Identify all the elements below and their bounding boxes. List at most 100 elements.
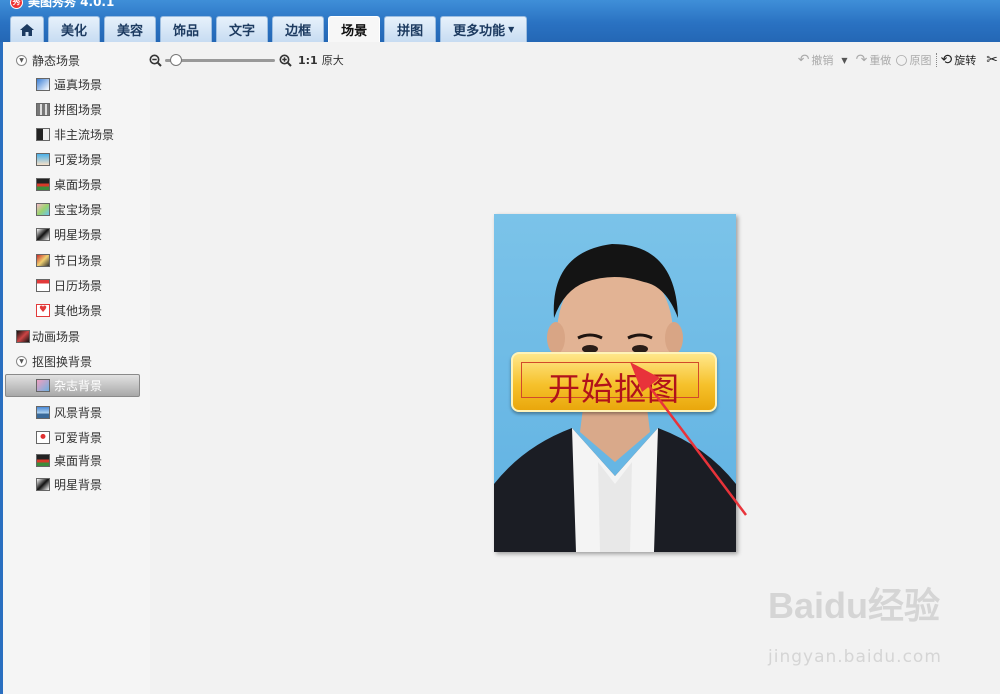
sidebar-item-collage[interactable]: 拼图场景 (36, 99, 102, 119)
undo-history-chevron-down-icon[interactable]: ▼ (841, 56, 847, 65)
undo-icon: ↶ (797, 52, 810, 68)
collapse-toggle-icon[interactable]: ▼ (16, 54, 27, 66)
sidebar-item-holiday[interactable]: 节日场景 (36, 250, 102, 270)
scene-thumbnail-icon (36, 102, 50, 116)
sidebar-item-label: 节日场景 (54, 253, 103, 268)
group-label: 动画场景 (32, 329, 81, 344)
start-cutout-label: 开始抠图 (547, 370, 680, 408)
scene-thumbnail-icon (36, 152, 50, 166)
sidebar-item-desktop-bg[interactable]: 桌面背景 (36, 450, 102, 470)
zoom-slider-handle[interactable] (170, 54, 182, 66)
sidebar-item-desktop[interactable]: 桌面场景 (36, 174, 102, 194)
toolbar-divider (935, 53, 937, 67)
scene-thumbnail-icon (36, 453, 50, 467)
scene-thumbnail-icon (36, 430, 50, 444)
sidebar-item-label: 桌面背景 (54, 453, 103, 468)
scene-thumbnail-icon (36, 253, 50, 267)
zoom-toolbar: 1:1 原大 (148, 50, 344, 70)
sidebar-item-star-bg[interactable]: 明星背景 (36, 474, 102, 494)
scene-thumbnail-icon (36, 77, 50, 91)
app-title-text: 美图秀秀 4.0.1 (28, 0, 115, 9)
scene-thumbnail-icon (36, 177, 50, 191)
sidebar-item-star[interactable]: 明星场景 (36, 224, 102, 244)
sidebar-item-baby[interactable]: 宝宝场景 (36, 199, 102, 219)
collapse-toggle-icon[interactable]: ▼ (16, 355, 27, 367)
circle-icon: ○ (895, 52, 908, 68)
sidebar-item-label: 桌面场景 (54, 177, 103, 192)
crop-button[interactable]: ✂ (986, 52, 1000, 68)
animation-icon (16, 329, 30, 343)
edit-toolbar: ↶ 撤销 ▼ ↷ 重做 ○ 原图 ⟲ 旋转 ✂ (798, 51, 1000, 69)
group-label: 静态场景 (32, 53, 81, 68)
watermark-brand: Baidu经验 (768, 585, 941, 626)
zoom-slider[interactable] (165, 54, 275, 66)
scene-thumbnail-icon (36, 227, 50, 241)
sidebar-item-label: 日历场景 (54, 278, 103, 293)
baidu-watermark: Baidu经验 jingyan.baidu.com (768, 588, 942, 668)
rotate-label: 旋转 (954, 54, 977, 67)
sidebar-item-landscape-bg[interactable]: 风景背景 (36, 402, 102, 422)
sidebar-item-label: 明星背景 (54, 477, 103, 492)
watermark-url: jingyan.baidu.com (768, 647, 942, 667)
rotate-icon: ⟲ (940, 52, 953, 68)
sidebar-item-label: 杂志背景 (54, 379, 103, 393)
scene-thumbnail-icon (36, 477, 50, 491)
sidebar-item-label: 可爱背景 (54, 430, 103, 445)
app-logo-icon: 秀 (10, 0, 23, 9)
sidebar-item-cute-bg[interactable]: 可爱背景 (36, 427, 102, 447)
original-label: 原图 (909, 54, 932, 67)
tab-beautify[interactable]: 美化 (48, 16, 101, 42)
sidebar-item-cute[interactable]: 可爱场景 (36, 149, 102, 169)
scene-thumbnail-icon (36, 202, 50, 216)
scene-thumbnail-icon (36, 379, 50, 392)
title-bar: 秀 美图秀秀 4.0.1 美化 美容 饰品 文字 边框 场景 拼图 更多功能 ▼ (0, 0, 1000, 42)
tab-face[interactable]: 美容 (104, 16, 157, 42)
heart-icon: ♥ (36, 303, 50, 317)
chevron-down-icon: ▼ (508, 25, 515, 34)
tab-text[interactable]: 文字 (216, 16, 269, 42)
sidebar-item-other[interactable]: ♥ 其他场景 (36, 300, 102, 320)
undo-button[interactable]: ↶ 撤销 (798, 52, 834, 68)
main-tabs: 美化 美容 饰品 文字 边框 场景 拼图 更多功能 ▼ (10, 16, 528, 42)
tab-collage[interactable]: 拼图 (384, 16, 437, 42)
redo-icon: ↷ (855, 52, 868, 68)
actual-size-button[interactable]: 1:1 (298, 54, 318, 67)
sidebar-item-label: 明星场景 (54, 227, 103, 242)
sidebar-item-magazine-bg[interactable]: 杂志背景 (5, 374, 140, 397)
undo-label: 撤销 (811, 54, 834, 67)
tab-home[interactable] (10, 16, 44, 42)
sidebar-item-label: 宝宝场景 (54, 202, 103, 217)
tab-scenes[interactable]: 场景 (328, 16, 381, 42)
scissors-icon: ✂ (986, 52, 998, 68)
app-title: 秀 美图秀秀 4.0.1 (10, 0, 114, 9)
group-label: 抠图换背景 (32, 354, 93, 369)
start-cutout-button[interactable]: 开始抠图 (511, 352, 717, 412)
tab-more-label: 更多功能 (453, 24, 506, 39)
tab-frames[interactable]: 边框 (272, 16, 325, 42)
home-icon (20, 23, 34, 36)
zoom-out-icon[interactable] (148, 53, 162, 67)
sidebar-item-label: 其他场景 (54, 303, 103, 318)
group-cutout-background[interactable]: ▼ 抠图换背景 (16, 351, 92, 371)
group-animated-scenes[interactable]: 动画场景 (16, 326, 80, 346)
group-static-scenes[interactable]: ▼ 静态场景 (16, 50, 80, 70)
original-image-button[interactable]: ○ 原图 (895, 52, 931, 68)
redo-button[interactable]: ↷ 重做 (856, 52, 892, 68)
zoom-in-icon[interactable] (278, 53, 292, 67)
sidebar-item-calendar[interactable]: 日历场景 (36, 275, 102, 295)
scene-thumbnail-icon (36, 127, 50, 141)
sidebar-item-label: 拼图场景 (54, 102, 103, 117)
original-size-button[interactable]: 原大 (322, 52, 344, 68)
scene-thumbnail-icon (36, 405, 50, 419)
sidebar-item-label: 非主流场景 (54, 127, 115, 142)
sidebar-item-label: 可爱场景 (54, 152, 103, 167)
sidebar-item-realistic[interactable]: 逼真场景 (36, 74, 102, 94)
tab-more-features[interactable]: 更多功能 ▼ (440, 16, 528, 42)
tab-accessories[interactable]: 饰品 (160, 16, 213, 42)
sidebar-item-label: 逼真场景 (54, 77, 103, 92)
sidebar-item-label: 风景背景 (54, 405, 103, 420)
calendar-icon (36, 278, 50, 292)
sidebar-item-alternative[interactable]: 非主流场景 (36, 124, 114, 144)
redo-label: 重做 (869, 54, 892, 67)
rotate-button[interactable]: ⟲ 旋转 (941, 52, 977, 68)
